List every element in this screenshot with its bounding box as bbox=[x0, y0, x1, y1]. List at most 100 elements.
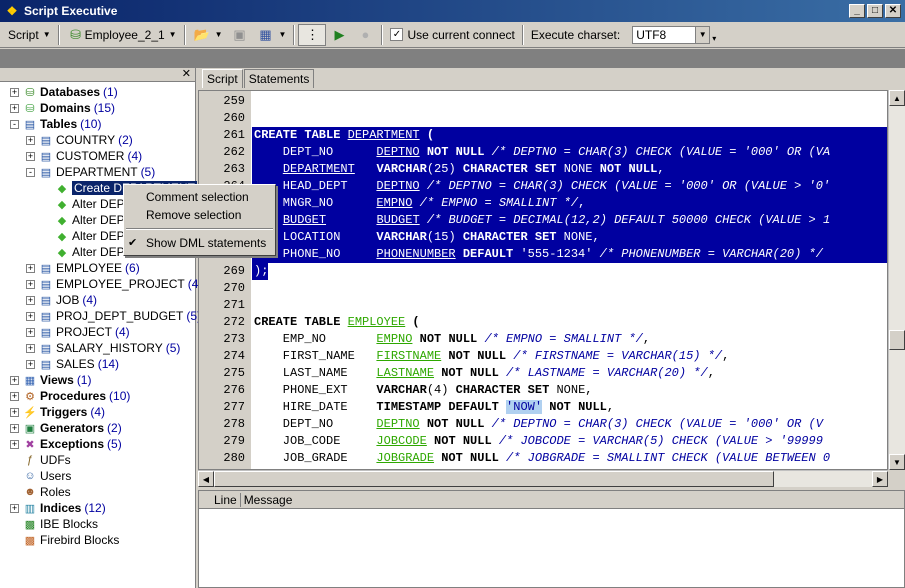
expand-icon[interactable]: + bbox=[10, 439, 19, 449]
tab-statements[interactable]: Statements bbox=[243, 69, 315, 88]
scroll-right-icon[interactable]: ▶ bbox=[872, 471, 888, 487]
horizontal-scrollbar[interactable]: ◀ ▶ bbox=[198, 470, 888, 487]
menu-item-remove-selection[interactable]: Remove selection bbox=[124, 206, 275, 224]
code-line[interactable]: 269); bbox=[199, 263, 887, 280]
run-button[interactable]: ▶ bbox=[326, 24, 352, 46]
tree-item[interactable]: - ▤ DEPARTMENT (5) bbox=[0, 164, 195, 180]
tree-item[interactable]: + ▤ EMPLOYEE_PROJECT (4) bbox=[0, 276, 202, 292]
column-line[interactable]: Line bbox=[211, 492, 241, 507]
code-line[interactable]: 259 bbox=[199, 93, 887, 110]
code-line[interactable]: 266 BUDGET BUDGET /* BUDGET = DECIMAL(12… bbox=[199, 212, 887, 229]
collapse-icon[interactable]: - bbox=[10, 119, 19, 129]
minimize-button[interactable]: _ bbox=[849, 4, 865, 18]
tree-item[interactable]: + ⛁ Databases (1) bbox=[0, 84, 195, 100]
code-line[interactable]: 276 PHONE_EXT VARCHAR(4) CHARACTER SET N… bbox=[199, 382, 887, 399]
stop-button[interactable]: ● bbox=[352, 24, 378, 46]
tree-item[interactable]: + ▣ Generators (2) bbox=[0, 420, 195, 436]
expand-icon[interactable]: + bbox=[26, 327, 35, 337]
code-token: /* JOBCODE = VARCHAR(5) CHECK (VALUE > '… bbox=[498, 434, 823, 448]
close-icon[interactable]: ✕ bbox=[182, 68, 191, 80]
maximize-button[interactable]: □ bbox=[867, 4, 883, 18]
tree-item[interactable]: + ✖ Exceptions (5) bbox=[0, 436, 195, 452]
tree-item[interactable]: - ▤ Tables (10) bbox=[0, 116, 195, 132]
expand-icon[interactable]: + bbox=[26, 263, 35, 273]
tab-script[interactable]: Script bbox=[202, 69, 243, 88]
scroll-down-icon[interactable]: ▼ bbox=[889, 454, 905, 470]
code-line[interactable]: 263 DEPARTMENT VARCHAR(25) CHARACTER SET… bbox=[199, 161, 887, 178]
code-line[interactable]: 272 CREATE TABLE EMPLOYEE ( bbox=[199, 314, 887, 331]
vertical-scrollbar[interactable]: ▲ ▼ bbox=[888, 90, 905, 470]
tree-item[interactable]: + ▤ EMPLOYEE (6) bbox=[0, 260, 195, 276]
code-line[interactable]: 268 PHONE_NO PHONENUMBER DEFAULT '555-12… bbox=[199, 246, 887, 263]
script-menu-button[interactable]: Script ▼ bbox=[4, 24, 55, 46]
menu-item-show-dml-statements[interactable]: ✔ Show DML statements bbox=[124, 234, 275, 252]
tree-item-count: (15) bbox=[93, 101, 116, 115]
tree-item[interactable]: + ▤ CUSTOMER (4) bbox=[0, 148, 195, 164]
charset-select[interactable]: UTF8 ▼ bbox=[632, 25, 711, 44]
code-line[interactable]: 264 HEAD_DEPT DEPTNO /* DEPTNO = CHAR(3)… bbox=[199, 178, 887, 195]
expand-icon[interactable]: + bbox=[26, 343, 35, 353]
scroll-up-icon[interactable]: ▲ bbox=[889, 90, 905, 106]
tree-item[interactable]: + ⚙ Procedures (10) bbox=[0, 388, 195, 404]
collapse-icon[interactable]: - bbox=[26, 167, 35, 177]
tree-item-label: PROJ_DEPT_BUDGET bbox=[56, 309, 184, 323]
expand-icon[interactable]: + bbox=[10, 87, 19, 97]
expand-icon[interactable]: + bbox=[10, 391, 19, 401]
expand-icon[interactable]: + bbox=[10, 103, 19, 113]
code-line[interactable]: 273 EMP_NO EMPNO NOT NULL /* EMPNO = SMA… bbox=[199, 331, 887, 348]
tree-item[interactable]: + ▦ Views (1) bbox=[0, 372, 195, 388]
code-line[interactable]: 279 JOB_CODE JOBCODE NOT NULL /* JOBCODE… bbox=[199, 433, 887, 450]
code-line[interactable]: 267 LOCATION VARCHAR(15) CHARACTER SET N… bbox=[199, 229, 887, 246]
tree-item[interactable]: ☻ Roles bbox=[0, 484, 195, 500]
save-as-button[interactable]: ▦ ▼ bbox=[253, 24, 291, 46]
menu-item-comment-selection[interactable]: Comment selection bbox=[124, 188, 275, 206]
tree-item[interactable]: + ▤ PROJECT (4) bbox=[0, 324, 195, 340]
tree-item[interactable]: + ▤ COUNTRY (2) bbox=[0, 132, 195, 148]
code-line[interactable]: 274 FIRST_NAME FIRSTNAME NOT NULL /* FIR… bbox=[199, 348, 887, 365]
code-line[interactable]: 270 bbox=[199, 280, 887, 297]
expand-icon[interactable]: + bbox=[26, 311, 35, 321]
toolbar-overflow-icon[interactable]: ▾ bbox=[712, 34, 716, 43]
code-token: /* JOBGRADE = SMALLINT CHECK (VALUE BETW… bbox=[506, 451, 831, 465]
expand-icon[interactable]: + bbox=[10, 375, 19, 385]
code-line[interactable]: 275 LAST_NAME LASTNAME NOT NULL /* LASTN… bbox=[199, 365, 887, 382]
close-button[interactable]: ✕ bbox=[885, 4, 901, 18]
expand-icon[interactable]: + bbox=[26, 151, 35, 161]
expand-icon[interactable]: + bbox=[26, 295, 35, 305]
expand-icon[interactable]: + bbox=[10, 503, 19, 513]
code-line[interactable]: 262 DEPT_NO DEPTNO NOT NULL /* DEPTNO = … bbox=[199, 144, 887, 161]
expand-icon[interactable]: + bbox=[26, 279, 35, 289]
database-select-button[interactable]: ⛁ Employee_2_1 ▼ bbox=[63, 24, 181, 46]
code-line[interactable]: 280 JOB_GRADE JOBGRADE NOT NULL /* JOBGR… bbox=[199, 450, 887, 467]
code-editor[interactable]: 259 260 261 CREATE TABLE DEPARTMENT (262 DE… bbox=[198, 90, 888, 470]
tree-item[interactable]: + ▤ SALES (14) bbox=[0, 356, 195, 372]
expand-icon[interactable]: + bbox=[10, 423, 19, 433]
column-message[interactable]: Message bbox=[241, 493, 296, 507]
tree-item[interactable]: + ▤ JOB (4) bbox=[0, 292, 195, 308]
tree-item[interactable]: + ▥ Indices (12) bbox=[0, 500, 195, 516]
scroll-thumb[interactable] bbox=[889, 330, 905, 350]
open-button[interactable]: 📂 ▼ bbox=[189, 24, 227, 46]
expand-icon[interactable]: + bbox=[26, 359, 35, 369]
code-line[interactable]: 261 CREATE TABLE DEPARTMENT ( bbox=[199, 127, 887, 144]
tree-item[interactable]: + ⛁ Domains (15) bbox=[0, 100, 195, 116]
tree-item[interactable]: ☺ Users bbox=[0, 468, 195, 484]
expand-icon[interactable]: + bbox=[26, 135, 35, 145]
tree-item[interactable]: + ▤ PROJ_DEPT_BUDGET (5) bbox=[0, 308, 201, 324]
code-line[interactable]: 265 MNGR_NO EMPNO /* EMPNO = SMALLINT */… bbox=[199, 195, 887, 212]
tree-item[interactable]: + ⚡ Triggers (4) bbox=[0, 404, 195, 420]
tree-item[interactable]: + ▤ SALARY_HISTORY (5) bbox=[0, 340, 195, 356]
tree-item[interactable]: ▩ Firebird Blocks bbox=[0, 532, 195, 548]
tree-toggle-button[interactable]: ⋮ bbox=[298, 23, 327, 46]
scroll-left-icon[interactable]: ◀ bbox=[198, 471, 214, 487]
tree-item[interactable]: ▩ IBE Blocks bbox=[0, 516, 195, 532]
code-line[interactable]: 277 HIRE_DATE TIMESTAMP DEFAULT 'NOW' NO… bbox=[199, 399, 887, 416]
code-line[interactable]: 278 DEPT_NO DEPTNO NOT NULL /* DEPTNO = … bbox=[199, 416, 887, 433]
save-button[interactable]: ▣ bbox=[227, 24, 253, 46]
code-line[interactable]: 271 bbox=[199, 297, 887, 314]
tree-item[interactable]: ƒ UDFs bbox=[0, 452, 195, 468]
expand-icon[interactable]: + bbox=[10, 407, 19, 417]
use-current-connect-checkbox[interactable]: ✓ Use current connect bbox=[386, 24, 518, 46]
scroll-thumb[interactable] bbox=[214, 471, 774, 487]
code-line[interactable]: 260 bbox=[199, 110, 887, 127]
